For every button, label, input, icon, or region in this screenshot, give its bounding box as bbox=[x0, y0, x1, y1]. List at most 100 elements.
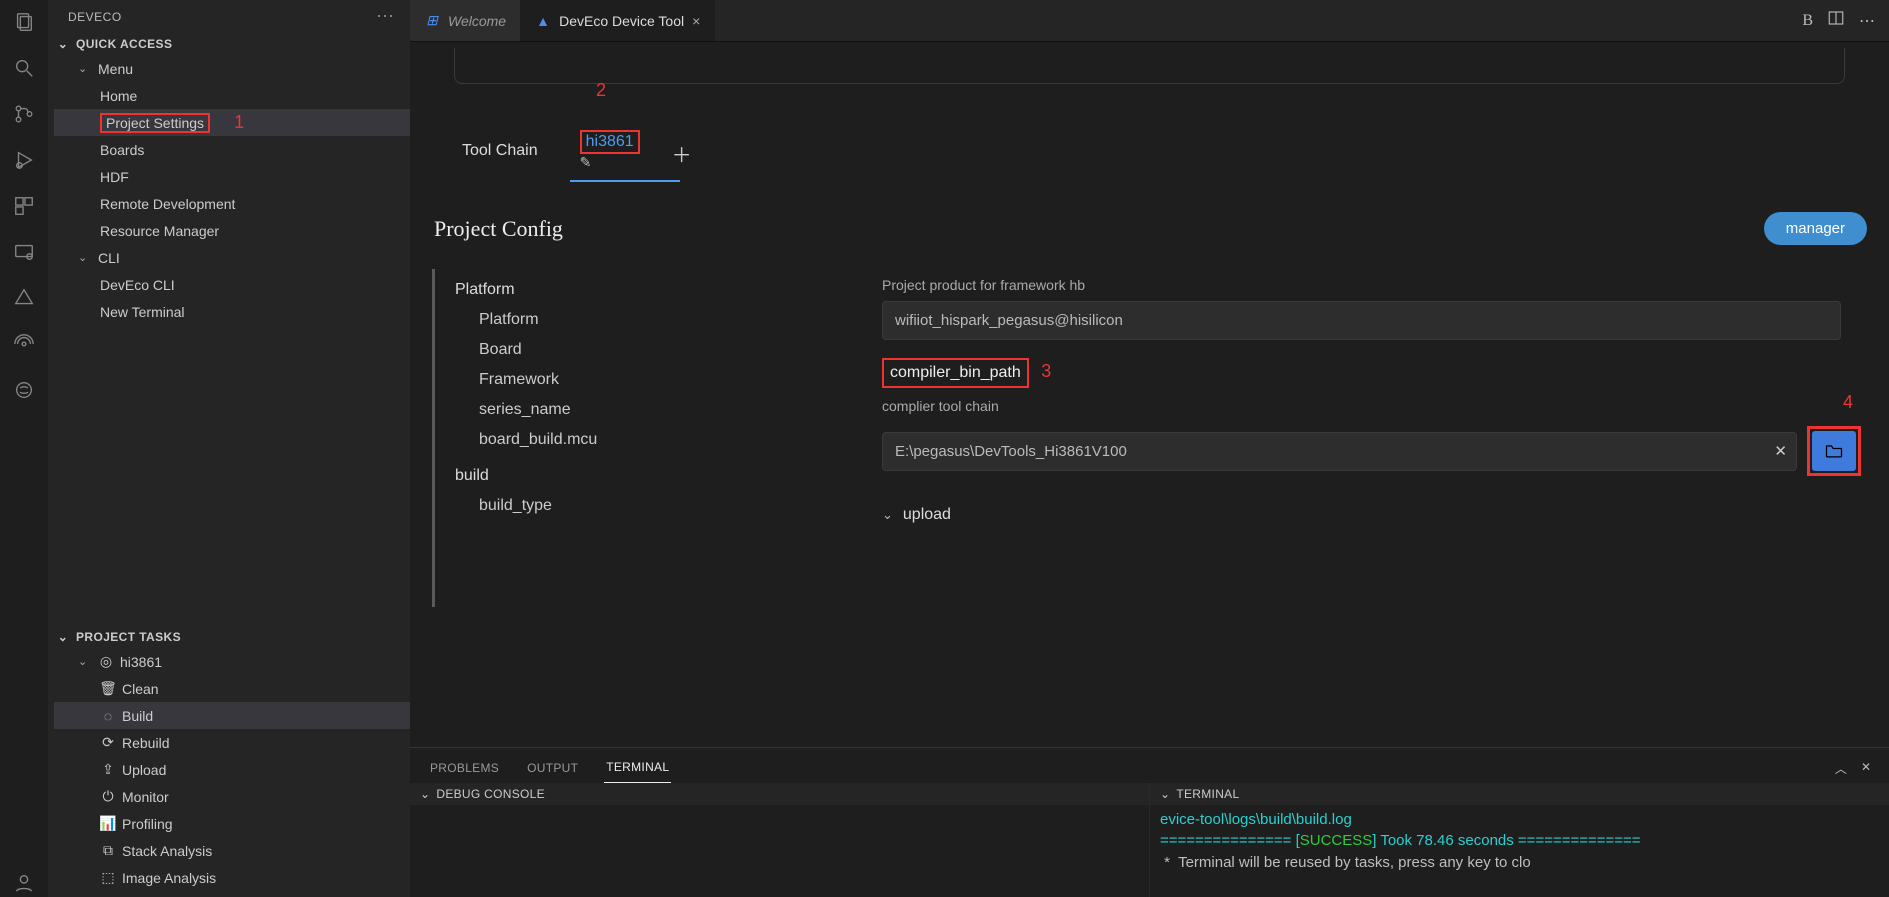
compiler-bin-path-label: compiler_bin_path bbox=[882, 358, 1029, 388]
nav-series-name[interactable]: series_name bbox=[455, 395, 852, 425]
broadcast-icon[interactable] bbox=[10, 330, 38, 358]
project-tasks-section[interactable]: ⌄ PROJECT TASKS bbox=[48, 626, 410, 648]
editor-tabs: ⊞ Welcome ▲ DevEco Device Tool × B ⋯ bbox=[410, 0, 1889, 42]
split-editor-icon[interactable] bbox=[1827, 9, 1845, 32]
remote-icon[interactable] bbox=[10, 238, 38, 266]
task-build[interactable]: ◌Build bbox=[54, 702, 410, 729]
collapsed-panel bbox=[454, 48, 1846, 84]
sidebar-more-icon[interactable]: ⋯ bbox=[376, 6, 396, 27]
bold-indicator[interactable]: B bbox=[1802, 12, 1813, 30]
target-name: hi3861 bbox=[120, 654, 162, 670]
annotation-3: 3 bbox=[1041, 361, 1051, 381]
panel-tab-problems[interactable]: PROBLEMS bbox=[428, 755, 501, 783]
deveco-tab-icon: ▲ bbox=[535, 13, 551, 29]
nav-platform-sub[interactable]: Platform bbox=[455, 305, 852, 335]
content-area: 2 Tool Chain hi3861 ✎ ＋ Project Config m… bbox=[410, 42, 1889, 747]
chevron-down-icon: ⌄ bbox=[78, 251, 92, 264]
stack-icon: ⧉ bbox=[100, 842, 116, 859]
annotation-4: 4 bbox=[1843, 392, 1853, 413]
task-upload[interactable]: ⇪Upload bbox=[54, 756, 410, 783]
cli-item-new-terminal[interactable]: New Terminal bbox=[54, 298, 410, 325]
config-nav: Platform Platform Board Framework series… bbox=[432, 269, 852, 607]
chevron-down-icon[interactable]: ⌄ bbox=[420, 787, 430, 801]
panel-tab-terminal[interactable]: TERMINAL bbox=[604, 754, 671, 783]
terminal-output: evice-tool\logs\build\build.log ========… bbox=[1150, 805, 1889, 877]
product-input[interactable] bbox=[882, 301, 1841, 340]
cli-label: CLI bbox=[98, 250, 120, 266]
activity-bar bbox=[0, 0, 48, 897]
task-stack-analysis[interactable]: ⧉Stack Analysis bbox=[54, 837, 410, 864]
image-icon: ⬚ bbox=[100, 869, 116, 886]
terminal-pane[interactable]: ⌄TERMINAL evice-tool\logs\build\build.lo… bbox=[1150, 783, 1889, 897]
manager-button[interactable]: manager bbox=[1764, 212, 1867, 245]
trash-icon: 🗑 bbox=[100, 680, 116, 697]
target-group[interactable]: ⌄ ◎ hi3861 bbox=[54, 648, 410, 675]
browse-folder-button[interactable] bbox=[1812, 431, 1856, 471]
chevron-down-icon: ⌄ bbox=[56, 630, 70, 644]
panel-tabs: PROBLEMS OUTPUT TERMINAL ︿ ✕ bbox=[410, 748, 1889, 783]
tab-welcome[interactable]: ⊞ Welcome bbox=[410, 0, 521, 41]
nav-board-build-mcu[interactable]: board_build.mcu bbox=[455, 425, 852, 455]
titlebar-actions: B ⋯ bbox=[1788, 0, 1889, 41]
nav-board[interactable]: Board bbox=[455, 335, 852, 365]
close-panel-icon[interactable]: ✕ bbox=[1861, 760, 1871, 777]
copilot-icon[interactable] bbox=[10, 376, 38, 404]
task-clean[interactable]: 🗑Clean bbox=[54, 675, 410, 702]
cli-item-deveco[interactable]: DevEco CLI bbox=[54, 271, 410, 298]
menu-item-hdf[interactable]: HDF bbox=[54, 163, 410, 190]
menu-group[interactable]: ⌄ Menu bbox=[54, 55, 410, 82]
refresh-icon: ⟳ bbox=[100, 734, 116, 751]
project-config-heading: Project Config bbox=[434, 216, 563, 242]
nav-framework[interactable]: Framework bbox=[455, 365, 852, 395]
task-rebuild[interactable]: ⟳Rebuild bbox=[54, 729, 410, 756]
search-icon[interactable] bbox=[10, 54, 38, 82]
task-monitor[interactable]: ⏻Monitor bbox=[54, 783, 410, 810]
project-tasks-label: PROJECT TASKS bbox=[76, 630, 181, 644]
annotation-2: 2 bbox=[596, 80, 606, 101]
account-icon[interactable] bbox=[10, 869, 38, 897]
nav-build-type[interactable]: build_type bbox=[455, 491, 852, 521]
product-label: Project product for framework hb bbox=[882, 277, 1861, 293]
vscode-icon: ⊞ bbox=[424, 13, 440, 29]
add-tab-button[interactable]: ＋ bbox=[672, 139, 692, 168]
build-icon: ◌ bbox=[100, 708, 116, 724]
menu-item-boards[interactable]: Boards bbox=[54, 136, 410, 163]
sidebar-title: DEVECO bbox=[68, 10, 122, 24]
clear-icon[interactable]: ✕ bbox=[1774, 442, 1787, 460]
nav-build[interactable]: build bbox=[455, 461, 852, 491]
config-tabs: Tool Chain hi3861 ✎ ＋ bbox=[432, 124, 1867, 182]
panel-tab-output[interactable]: OUTPUT bbox=[525, 755, 580, 783]
close-icon[interactable]: × bbox=[692, 13, 700, 29]
menu-item-remote-development[interactable]: Remote Development bbox=[54, 190, 410, 217]
tab-deveco-device-tool[interactable]: ▲ DevEco Device Tool × bbox=[521, 0, 715, 41]
files-icon[interactable] bbox=[10, 8, 38, 36]
target-icon: ◎ bbox=[98, 653, 114, 670]
menu-item-resource-manager[interactable]: Resource Manager bbox=[54, 217, 410, 244]
compiler-path-input[interactable] bbox=[882, 432, 1797, 471]
source-control-icon[interactable] bbox=[10, 100, 38, 128]
chevron-up-icon[interactable]: ︿ bbox=[1835, 760, 1847, 777]
highlight-box: Project Settings bbox=[100, 113, 210, 133]
quick-access-label: QUICK ACCESS bbox=[76, 37, 172, 51]
chevron-down-icon[interactable]: ⌄ bbox=[1160, 787, 1170, 801]
upload-section[interactable]: ⌄ upload bbox=[882, 506, 1861, 524]
edit-icon[interactable]: ✎ bbox=[580, 154, 592, 170]
tab-tool-chain[interactable]: Tool Chain bbox=[456, 136, 544, 170]
upload-icon: ⇪ bbox=[100, 761, 116, 778]
debug-icon[interactable] bbox=[10, 146, 38, 174]
deveco-icon[interactable] bbox=[10, 284, 38, 312]
task-image-analysis[interactable]: ⬚Image Analysis bbox=[54, 864, 410, 891]
nav-platform[interactable]: Platform bbox=[455, 275, 852, 305]
editor-area: ⊞ Welcome ▲ DevEco Device Tool × B ⋯ 2 T… bbox=[410, 0, 1889, 897]
menu-item-home[interactable]: Home bbox=[54, 82, 410, 109]
quick-access-section[interactable]: ⌄ QUICK ACCESS bbox=[48, 33, 410, 55]
extensions-icon[interactable] bbox=[10, 192, 38, 220]
highlight-box: hi3861 bbox=[580, 130, 640, 154]
menu-item-project-settings[interactable]: Project Settings 1 bbox=[54, 109, 410, 136]
more-icon[interactable]: ⋯ bbox=[1859, 11, 1875, 31]
task-profiling[interactable]: 📊Profiling bbox=[54, 810, 410, 837]
tab-target-hi3861[interactable]: hi3861 ✎ bbox=[574, 124, 646, 182]
chart-icon: 📊 bbox=[100, 815, 116, 832]
cli-group[interactable]: ⌄ CLI bbox=[54, 244, 410, 271]
chevron-down-icon: ⌄ bbox=[78, 655, 92, 668]
